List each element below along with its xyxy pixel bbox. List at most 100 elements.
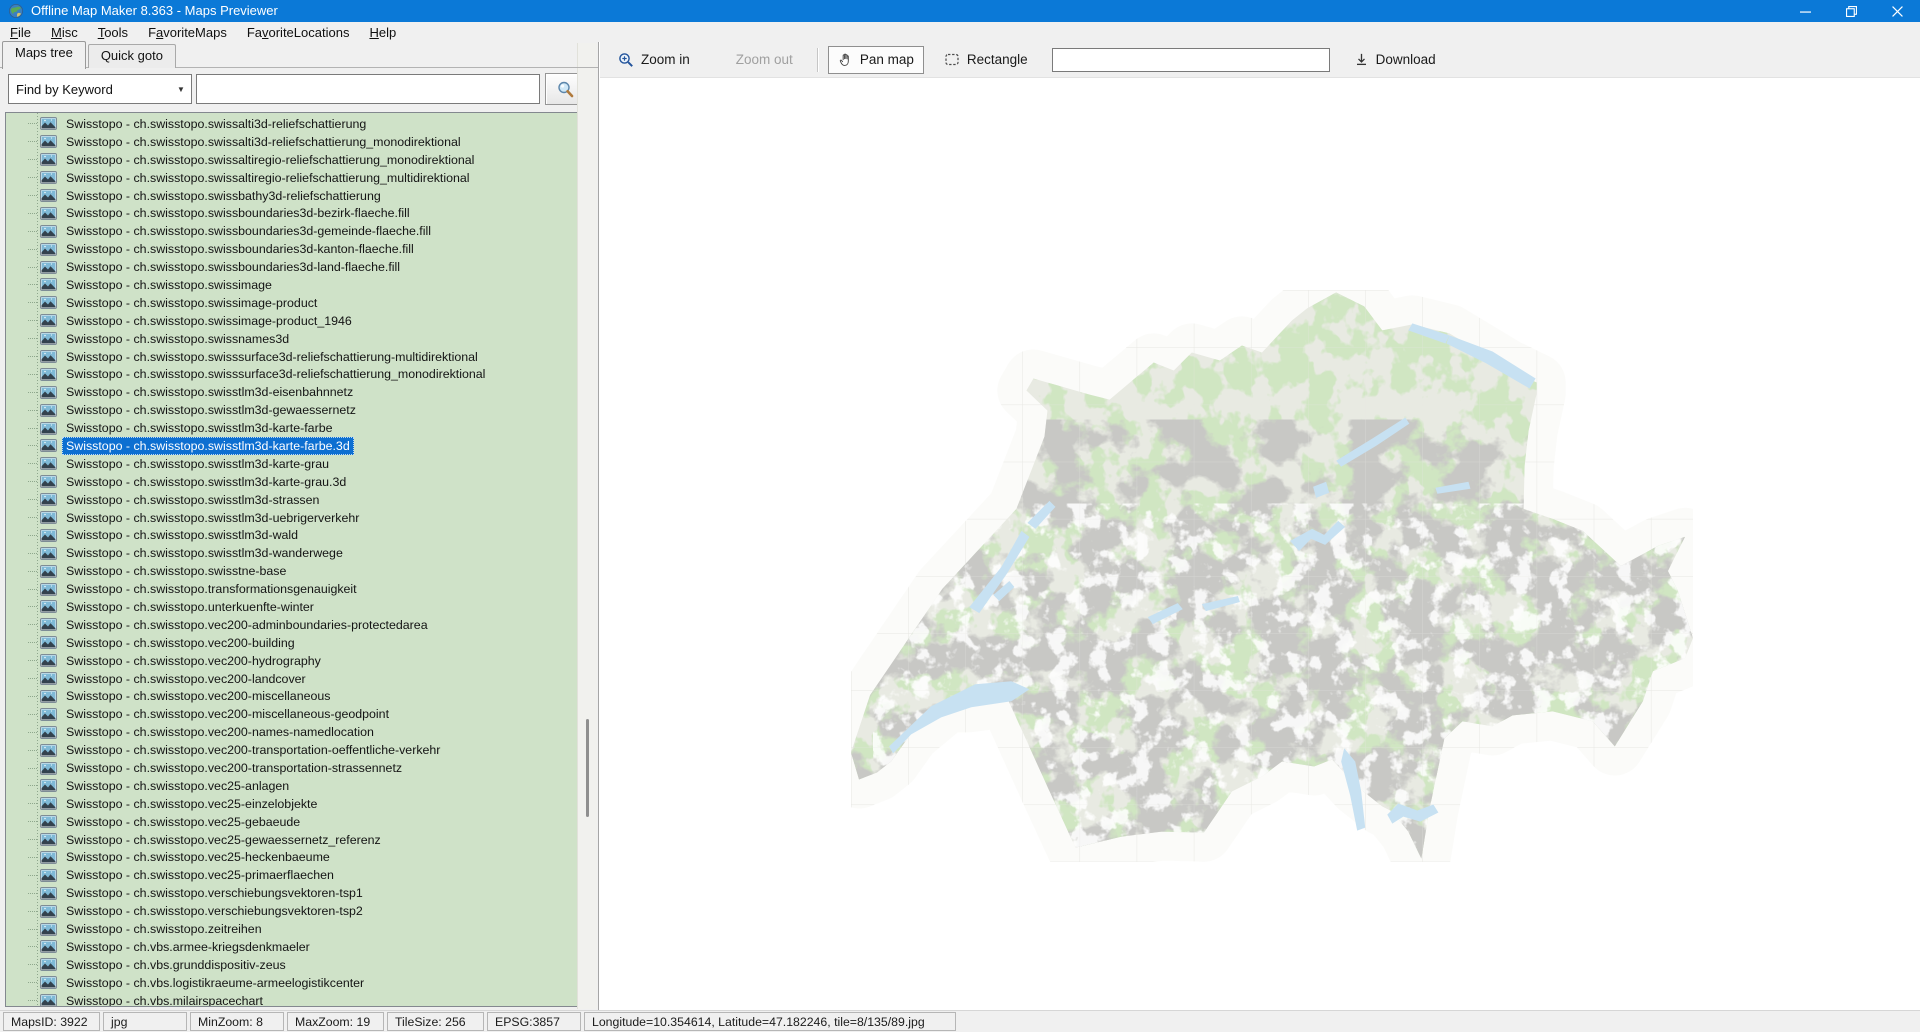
tree-item-label: Swisstopo - ch.swisstopo.swisssurface3d-… bbox=[66, 349, 478, 364]
map-layer-icon bbox=[40, 350, 57, 364]
tree-item[interactable]: Swisstopo - ch.swisstopo.swissimage bbox=[6, 276, 594, 294]
minimize-button[interactable] bbox=[1782, 0, 1828, 22]
tree-item[interactable]: Swisstopo - ch.swisstopo.swissimage-prod… bbox=[6, 294, 594, 312]
tree-item[interactable]: Swisstopo - ch.swisstopo.swissboundaries… bbox=[6, 204, 594, 222]
tree-item[interactable]: Swisstopo - ch.swisstopo.vec200-miscella… bbox=[6, 705, 594, 723]
tree-item[interactable]: Swisstopo - ch.swisstopo.swisstlm3d-eise… bbox=[6, 383, 594, 401]
tree-item[interactable]: Swisstopo - ch.swisstopo.vec25-einzelobj… bbox=[6, 795, 594, 813]
map-layer-icon bbox=[40, 797, 57, 811]
tree-item-label: Swisstopo - ch.swisstopo.zeitreihen bbox=[66, 922, 262, 937]
tree-item[interactable]: Swisstopo - ch.swisstopo.swisstlm3d-wand… bbox=[6, 544, 594, 562]
restore-button[interactable] bbox=[1828, 0, 1874, 22]
tree-item-label: Swisstopo - ch.swisstopo.vec25-einzelobj… bbox=[66, 796, 318, 811]
tree-item[interactable]: Swisstopo - ch.swisstopo.vec200-names-na… bbox=[6, 723, 594, 741]
tree-item-label: Swisstopo - ch.swisstopo.swissboundaries… bbox=[66, 242, 414, 257]
tree-item[interactable]: Swisstopo - ch.swisstopo.swisstlm3d-kart… bbox=[6, 455, 594, 473]
map-layer-icon bbox=[40, 815, 57, 829]
search-input[interactable] bbox=[196, 74, 540, 104]
tree-item-label: Swisstopo - ch.swisstopo.vec25-primaerfl… bbox=[66, 868, 334, 883]
tree-item[interactable]: Swisstopo - ch.swisstopo.swisstlm3d-wald bbox=[6, 526, 594, 544]
download-button[interactable]: Download bbox=[1344, 46, 1446, 73]
tree-item[interactable]: Swisstopo - ch.swisstopo.verschiebungsve… bbox=[6, 884, 594, 902]
tree-item[interactable]: Swisstopo - ch.swisstopo.swissboundaries… bbox=[6, 258, 594, 276]
map-layer-icon bbox=[40, 850, 57, 864]
tree-item[interactable]: Swisstopo - ch.swisstopo.vec200-transpor… bbox=[6, 741, 594, 759]
tab[interactable]: Quick goto bbox=[87, 44, 176, 68]
tree-item[interactable]: Swisstopo - ch.swisstopo.swisstlm3d-kart… bbox=[6, 419, 594, 437]
map-canvas[interactable] bbox=[600, 78, 1920, 1010]
tree-item-label: Swisstopo - ch.vbs.logistikraeume-armeel… bbox=[66, 975, 365, 990]
menu-item[interactable]: Tools bbox=[88, 24, 138, 41]
menu-item[interactable]: Misc bbox=[41, 24, 88, 41]
tree-item[interactable]: Swisstopo - ch.swisstopo.swisstlm3d-kart… bbox=[6, 473, 594, 491]
tree-item[interactable]: Swisstopo - ch.swisstopo.transformations… bbox=[6, 580, 594, 598]
tree-item[interactable]: Swisstopo - ch.swisstopo.swissaltiregio-… bbox=[6, 151, 594, 169]
find-mode-select[interactable]: Find by Keyword ▼ bbox=[8, 74, 192, 104]
tree-item-label: Swisstopo - ch.swisstopo.swissnames3d bbox=[66, 331, 290, 346]
map-layer-icon bbox=[40, 689, 57, 703]
tree-item[interactable]: Swisstopo - ch.vbs.milairspacechart bbox=[6, 992, 594, 1006]
map-layer-icon bbox=[40, 135, 57, 149]
pan-map-button[interactable]: Pan map bbox=[827, 45, 924, 74]
tree-item[interactable]: Swisstopo - ch.vbs.grunddispositiv-zeus bbox=[6, 956, 594, 974]
tree-item-label: Swisstopo - ch.swisstopo.swissalti3d-rel… bbox=[66, 116, 367, 131]
tree-item[interactable]: Swisstopo - ch.swisstopo.swissalti3d-rel… bbox=[6, 115, 594, 133]
rectangle-button[interactable]: Rectangle bbox=[934, 46, 1038, 73]
tree-item[interactable]: Swisstopo - ch.swisstopo.swisstlm3d-uebr… bbox=[6, 509, 594, 527]
tree-item[interactable]: Swisstopo - ch.swisstopo.vec25-heckenbae… bbox=[6, 849, 594, 867]
map-toolbar-input[interactable] bbox=[1051, 47, 1330, 72]
tree-item[interactable]: Swisstopo - ch.swisstopo.swissalti3d-rel… bbox=[6, 133, 594, 151]
map-layer-icon bbox=[40, 636, 57, 650]
tree-item[interactable]: Swisstopo - ch.swisstopo.verschiebungsve… bbox=[6, 902, 594, 920]
tree-item[interactable]: Swisstopo - ch.swisstopo.vec25-gebaeude bbox=[6, 813, 594, 831]
zoom-in-button[interactable]: Zoom in bbox=[608, 46, 700, 74]
map-layer-icon bbox=[40, 189, 57, 202]
tree-item[interactable]: Swisstopo - ch.vbs.armee-kriegsdenkmaele… bbox=[6, 938, 594, 956]
tree-item[interactable]: Swisstopo - ch.swisstopo.vec200-building bbox=[6, 634, 594, 652]
tree-item[interactable]: Swisstopo - ch.swisstopo.vec200-hydrogra… bbox=[6, 652, 594, 670]
tree-item[interactable]: Swisstopo - ch.swisstopo.vec25-anlagen bbox=[6, 777, 594, 795]
tab[interactable]: Maps tree bbox=[2, 41, 86, 69]
tree-item[interactable]: Swisstopo - ch.swisstopo.swisstlm3d-stra… bbox=[6, 491, 594, 509]
tree-item[interactable]: Swisstopo - ch.swisstopo.vec200-landcove… bbox=[6, 670, 594, 688]
tree-item[interactable]: Swisstopo - ch.swisstopo.unterkuenfte-wi… bbox=[6, 598, 594, 616]
tree-item[interactable]: Swisstopo - ch.swisstopo.swisssurface3d-… bbox=[6, 365, 594, 383]
close-button[interactable] bbox=[1874, 0, 1920, 22]
tree-item[interactable]: Swisstopo - ch.swisstopo.swissimage-prod… bbox=[6, 312, 594, 330]
tree-item[interactable]: Swisstopo - ch.swisstopo.swissnames3d bbox=[6, 330, 594, 348]
tree-item[interactable]: Swisstopo - ch.swisstopo.swissboundaries… bbox=[6, 222, 594, 240]
tree-item[interactable]: Swisstopo - ch.swisstopo.vec25-primaerfl… bbox=[6, 866, 594, 884]
tree-item-label: Swisstopo - ch.swisstopo.swisstlm3d-stra… bbox=[66, 492, 320, 507]
tree-item[interactable]: Swisstopo - ch.swisstopo.swissbathy3d-re… bbox=[6, 187, 594, 205]
tree-item[interactable]: Swisstopo - ch.swisstopo.swisssurface3d-… bbox=[6, 348, 594, 366]
window-controls bbox=[1782, 0, 1920, 22]
tree-item[interactable]: Swisstopo - ch.swisstopo.swisstlm3d-kart… bbox=[6, 436, 594, 455]
tree-item[interactable]: Swisstopo - ch.swisstopo.swisstlm3d-gewa… bbox=[6, 401, 594, 419]
tree-item[interactable]: Swisstopo - ch.swisstopo.swisstne-base bbox=[6, 562, 594, 580]
tree-item[interactable]: Swisstopo - ch.swisstopo.swissboundaries… bbox=[6, 240, 594, 258]
tree-item[interactable]: Swisstopo - ch.swisstopo.zeitreihen bbox=[6, 920, 594, 938]
tree-scrollbar-thumb[interactable] bbox=[586, 719, 589, 817]
menu-item[interactable]: FavoriteMaps bbox=[138, 24, 237, 41]
status-bar: MapsID: 3922 jpg MinZoom: 8 MaxZoom: 19 Tile… bbox=[0, 1010, 1920, 1032]
tree-item[interactable]: Swisstopo - ch.swisstopo.vec200-adminbou… bbox=[6, 616, 594, 634]
tree-item[interactable]: Swisstopo - ch.swisstopo.swissaltiregio-… bbox=[6, 169, 594, 187]
tree-item-label: Swisstopo - ch.swisstopo.swissimage-prod… bbox=[66, 295, 318, 310]
map-layer-icon bbox=[40, 654, 57, 668]
map-layer-icon bbox=[40, 242, 57, 256]
tree-item-label: Swisstopo - ch.swisstopo.swisstlm3d-uebr… bbox=[66, 510, 360, 525]
tree-item[interactable]: Swisstopo - ch.swisstopo.vec200-miscella… bbox=[6, 688, 594, 706]
tree-item[interactable]: Swisstopo - ch.vbs.logistikraeume-armeel… bbox=[6, 974, 594, 992]
map-layer-icon bbox=[40, 868, 57, 882]
tree-scrollbar[interactable] bbox=[577, 43, 597, 1009]
zoom-in-label: Zoom in bbox=[641, 52, 690, 67]
tree-item[interactable]: Swisstopo - ch.swisstopo.vec200-transpor… bbox=[6, 759, 594, 777]
menu-item[interactable]: File bbox=[0, 24, 41, 41]
menu-item[interactable]: Help bbox=[359, 24, 406, 41]
tree-item-label: Swisstopo - ch.swisstopo.vec25-gewaesser… bbox=[66, 832, 381, 847]
map-layer-icon bbox=[40, 976, 57, 990]
find-mode-value: Find by Keyword bbox=[16, 81, 113, 97]
zoom-out-button[interactable]: Zoom out bbox=[726, 46, 803, 73]
tree-item[interactable]: Swisstopo - ch.swisstopo.vec25-gewaesser… bbox=[6, 831, 594, 849]
menu-item[interactable]: FavoriteLocations bbox=[237, 24, 360, 41]
